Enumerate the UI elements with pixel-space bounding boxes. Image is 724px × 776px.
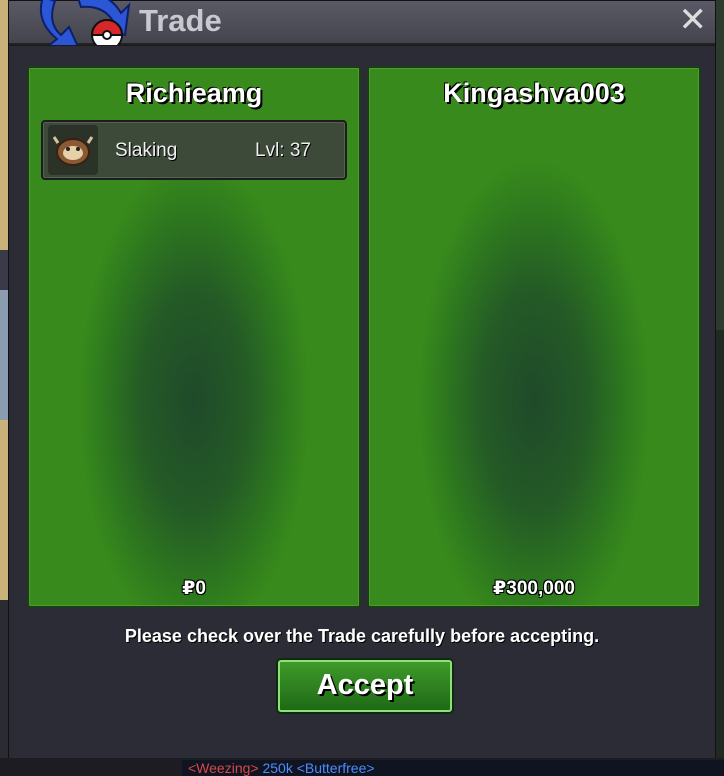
- chat-line-part2: 250k <Butterfree>: [262, 760, 375, 776]
- accept-button[interactable]: Accept: [278, 660, 452, 712]
- right-player-name: Kingashva003: [443, 78, 625, 108]
- left-player-name: Richieamg: [125, 78, 263, 108]
- close-icon[interactable]: ✕: [679, 3, 708, 37]
- trade-window: Trade ✕ Richieamg Slaking Lvl: 37 ₽0 Kin…: [8, 0, 716, 758]
- left-trade-panel: Richieamg Slaking Lvl: 37 ₽0: [27, 66, 361, 608]
- title-bar[interactable]: Trade ✕: [9, 0, 715, 51]
- trade-notice: Please check over the Trade carefully be…: [124, 626, 600, 646]
- pokemon-name: Slaking: [115, 140, 178, 161]
- window-title: Trade: [139, 3, 222, 38]
- pokemon-level: Lvl: 37: [255, 140, 311, 161]
- pokemon-list-item[interactable]: Slaking Lvl: 37: [41, 120, 347, 180]
- chat-line-part1: <Weezing>: [188, 760, 263, 776]
- slaking-icon: [48, 125, 98, 175]
- right-trade-panel: Kingashva003 ₽300,000: [367, 66, 701, 608]
- game-background-right: [716, 0, 724, 776]
- chat-line: <Weezing> 250k <Butterfree>: [182, 760, 724, 776]
- trade-content: Richieamg Slaking Lvl: 37 ₽0 Kingashva00…: [9, 45, 715, 758]
- right-money: ₽300,000: [493, 578, 575, 599]
- left-money: ₽0: [182, 578, 206, 599]
